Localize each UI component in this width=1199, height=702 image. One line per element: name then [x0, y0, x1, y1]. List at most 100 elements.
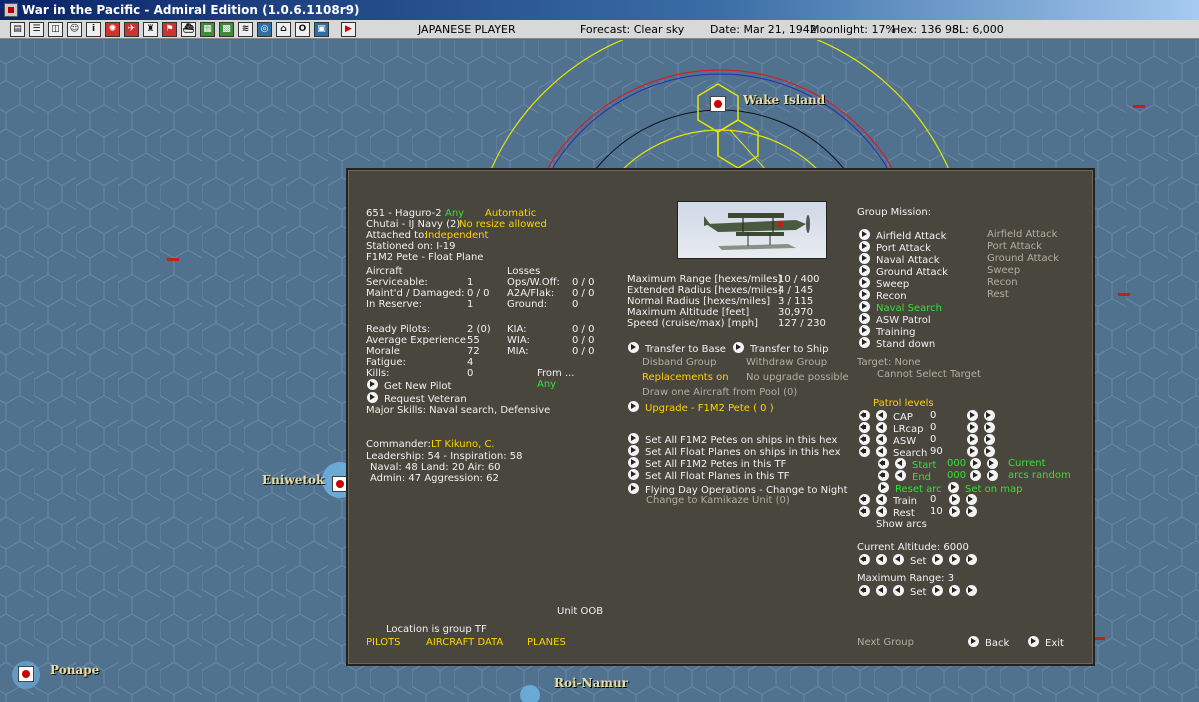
secondary-mission[interactable]: Rest: [987, 289, 1009, 301]
replacements-toggle[interactable]: Replacements on: [642, 372, 729, 384]
unit-oob-link[interactable]: Unit OOB: [557, 606, 603, 618]
get-new-pilot-button[interactable]: Get New Pilot: [367, 379, 451, 393]
right-arrow-icon[interactable]: [949, 585, 961, 596]
right-arrow-icon[interactable]: [967, 434, 978, 445]
aircraft-data-tab[interactable]: AIRCRAFT DATA: [426, 637, 503, 649]
right-arrow-icon[interactable]: [932, 585, 944, 596]
arcs-current[interactable]: Current: [1008, 458, 1046, 470]
exit-button[interactable]: Exit: [1028, 636, 1064, 650]
mission-stand-down[interactable]: Stand down: [859, 337, 935, 351]
right-arrow-icon[interactable]: [949, 554, 961, 565]
double-left-arrow-icon[interactable]: [859, 410, 870, 421]
secondary-mission[interactable]: Port Attack: [987, 241, 1042, 253]
double-right-arrow-icon[interactable]: [966, 506, 977, 517]
left-arrow-icon[interactable]: [893, 554, 904, 565]
double-left-arrow-icon[interactable]: [878, 470, 889, 481]
double-right-arrow-icon[interactable]: [984, 422, 995, 433]
right-arrow-icon[interactable]: [967, 446, 978, 457]
left-arrow-icon[interactable]: [876, 506, 887, 517]
transfer-to-base-button[interactable]: Transfer to Base: [628, 342, 726, 356]
flag-icon[interactable]: ⚑: [162, 21, 177, 37]
from-value[interactable]: Any: [537, 379, 556, 391]
planes-tab[interactable]: PLANES: [527, 637, 566, 649]
double-left-arrow-icon[interactable]: [859, 554, 870, 565]
right-arrow-icon[interactable]: [949, 506, 960, 517]
casualty-label: MIA:: [507, 346, 529, 357]
double-left-arrow-icon[interactable]: [859, 506, 870, 517]
next-group-button[interactable]: Next Group: [857, 637, 914, 649]
left-arrow-icon[interactable]: [876, 446, 887, 457]
info-icon[interactable]: i: [86, 21, 101, 37]
rising-sun-flag-icon[interactable]: ✺: [105, 21, 120, 37]
globe-icon[interactable]: ◎: [257, 21, 272, 37]
double-right-arrow-icon[interactable]: [966, 554, 978, 565]
secondary-mission[interactable]: Recon: [987, 277, 1018, 289]
ponape-base-icon[interactable]: [18, 666, 34, 682]
unit-icon[interactable]: ♜: [143, 21, 158, 37]
double-right-arrow-icon[interactable]: [984, 410, 995, 421]
arcs-random[interactable]: arcs random: [1008, 470, 1071, 482]
pilot-icon[interactable]: ☺: [67, 21, 82, 37]
left-arrow-icon[interactable]: [876, 585, 887, 596]
double-left-arrow-icon[interactable]: [859, 434, 870, 445]
arrow-right-icon: [859, 289, 870, 300]
right-arrow-icon[interactable]: [949, 494, 960, 505]
right-arrow-icon[interactable]: [967, 422, 978, 433]
right-arrow-icon[interactable]: [932, 554, 944, 565]
commander-label: Commander:: [366, 439, 431, 450]
double-right-arrow-icon[interactable]: [966, 585, 978, 596]
altitude-set-button[interactable]: Set: [910, 556, 926, 567]
get-new-pilot-label: Get New Pilot: [384, 381, 452, 392]
ops-icon[interactable]: O: [295, 21, 310, 37]
left-arrow-icon[interactable]: [876, 434, 887, 445]
double-left-arrow-icon[interactable]: [859, 585, 870, 596]
double-left-arrow-icon[interactable]: [859, 494, 870, 505]
double-left-arrow-icon[interactable]: [859, 422, 870, 433]
airbase-icon[interactable]: ◫: [48, 21, 63, 37]
request-veteran-button[interactable]: Request Veteran: [367, 392, 467, 406]
pilots-tab[interactable]: PILOTS: [366, 637, 401, 649]
secondary-mission[interactable]: Ground Attack: [987, 253, 1059, 265]
transfer-to-ship-button[interactable]: Transfer to Ship: [733, 342, 828, 356]
set-float-tf-button[interactable]: Set All Float Planes in this TF: [628, 469, 789, 483]
left-arrow-icon[interactable]: [895, 458, 906, 469]
major-skills: Major Skills: Naval search, Defensive: [366, 405, 551, 416]
double-left-arrow-icon[interactable]: [878, 458, 889, 469]
ship-icon[interactable]: ⛴: [181, 21, 196, 37]
ships-icon[interactable]: ≋: [238, 21, 253, 37]
left-arrow-icon[interactable]: [876, 554, 887, 565]
double-right-arrow-icon[interactable]: [987, 470, 998, 481]
left-arrow-icon[interactable]: [893, 585, 904, 596]
end-turn-icon[interactable]: ▶: [341, 21, 356, 37]
left-arrow-icon[interactable]: [876, 494, 887, 505]
reports-icon[interactable]: ⌂: [276, 21, 291, 37]
right-arrow-icon[interactable]: [970, 458, 981, 469]
left-arrow-icon[interactable]: [876, 410, 887, 421]
back-button[interactable]: Back: [968, 636, 1009, 650]
left-arrow-icon[interactable]: [895, 470, 906, 481]
double-right-arrow-icon[interactable]: [987, 458, 998, 469]
double-left-arrow-icon[interactable]: [859, 446, 870, 457]
list-icon[interactable]: ☰: [29, 21, 44, 37]
document-icon[interactable]: ▤: [10, 21, 25, 37]
range-set-button[interactable]: Set: [910, 587, 926, 598]
aircraft-row-label: In Reserve:: [366, 299, 423, 310]
right-arrow-icon[interactable]: [970, 470, 981, 481]
airgroup-icon[interactable]: ✈: [124, 21, 139, 37]
double-right-arrow-icon[interactable]: [984, 434, 995, 445]
secondary-mission[interactable]: Sweep: [987, 265, 1020, 277]
map-icon[interactable]: ▩: [219, 21, 234, 37]
game-window: War in the Pacific - Admiral Edition (1.…: [0, 0, 1199, 702]
oob-icon[interactable]: ▦: [200, 21, 215, 37]
combat-icon[interactable]: ▣: [314, 21, 329, 37]
place-label-ponape: Ponape: [50, 663, 100, 677]
left-arrow-icon[interactable]: [876, 422, 887, 433]
right-arrow-icon[interactable]: [967, 410, 978, 421]
show-arcs[interactable]: Show arcs: [876, 519, 927, 531]
upgrade-button[interactable]: Upgrade - F1M2 Pete ( 0 ): [628, 401, 774, 415]
secondary-mission[interactable]: Airfield Attack: [987, 229, 1057, 241]
double-right-arrow-icon[interactable]: [984, 446, 995, 457]
commander-name[interactable]: LT Kikuno, C.: [431, 439, 495, 451]
double-right-arrow-icon[interactable]: [966, 494, 977, 505]
wake-base-icon[interactable]: [710, 96, 726, 112]
